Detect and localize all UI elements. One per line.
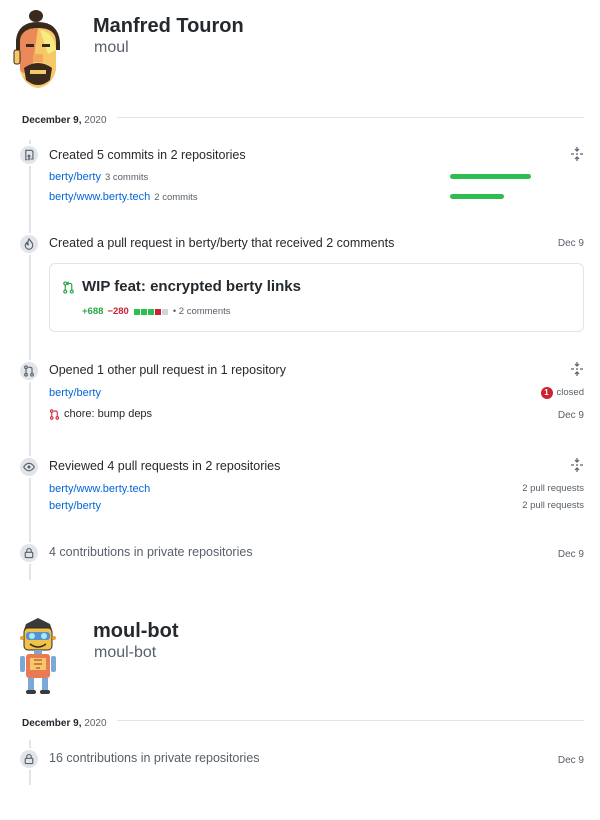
user-full-name[interactable]: moul-bot <box>93 619 179 643</box>
lock-icon <box>18 748 40 770</box>
user-avatar[interactable] <box>8 616 68 698</box>
closed-label: closed <box>556 387 584 398</box>
reviewed-title: Reviewed 4 pull requests in 2 repositori… <box>49 459 281 473</box>
date-label: December 9, 2020 <box>22 717 117 731</box>
flame-icon <box>18 233 40 255</box>
user-header-moul: Manfred Touron moul <box>0 0 600 100</box>
eye-icon <box>18 456 40 478</box>
user-avatar[interactable] <box>8 10 68 92</box>
date-divider: December 9, 2020 <box>22 110 584 128</box>
closed-pull-request-item[interactable]: chore: bump deps <box>49 407 152 421</box>
private-contributions-title: 16 contributions in private repositories <box>49 751 260 765</box>
user-header-moul-bot: moul-bot moul-bot <box>0 610 600 710</box>
pull-request-title-link[interactable]: WIP feat: encrypted berty links <box>82 278 301 296</box>
private-contributions-title: 4 contributions in private repositories <box>49 545 253 559</box>
deletions-count: −280 <box>107 306 129 317</box>
review-count[interactable]: 2 pull requests <box>522 482 584 496</box>
git-pull-request-icon <box>18 360 40 382</box>
event-date[interactable]: Dec 9 <box>558 754 584 768</box>
commit-repo-link[interactable]: berty/berty 3 commits <box>49 170 148 185</box>
date-label: December 9, 2020 <box>22 114 117 128</box>
commit-share-bar <box>450 174 531 179</box>
repo-link[interactable]: berty/berty <box>49 499 101 513</box>
closed-pr-title: chore: bump deps <box>64 408 153 420</box>
repo-push-icon <box>18 144 40 166</box>
fold-icon[interactable] <box>571 458 583 472</box>
commit-repo-link[interactable]: berty/www.berty.tech 2 commits <box>49 190 198 205</box>
closed-status: 1 closed <box>540 386 584 400</box>
additions-count: +688 <box>82 306 104 317</box>
user-login[interactable]: moul <box>94 38 129 58</box>
review-count[interactable]: 2 pull requests <box>522 499 584 513</box>
user-full-name[interactable]: Manfred Touron <box>93 14 244 38</box>
user-login[interactable]: moul-bot <box>94 643 156 663</box>
event-date[interactable]: Dec 9 <box>558 548 584 562</box>
git-pull-request-icon <box>63 281 74 294</box>
event-date[interactable]: Dec 9 <box>558 409 584 423</box>
commit-share-bar <box>450 194 504 199</box>
lock-icon <box>18 542 40 564</box>
commits-summary-title: Created 5 commits in 2 repositories <box>49 148 246 162</box>
created-pr-title: Created a pull request in berty/berty th… <box>49 236 395 250</box>
repo-link[interactable]: berty/www.berty.tech <box>49 482 150 496</box>
date-divider: December 9, 2020 <box>22 713 584 731</box>
fold-icon[interactable] <box>571 362 583 376</box>
git-pull-request-closed-icon <box>49 408 60 420</box>
repo-link[interactable]: berty/berty <box>49 386 101 400</box>
fold-icon[interactable] <box>571 147 583 161</box>
comments-count: • 2 comments <box>172 306 231 317</box>
pull-request-stats: +688 −280 • 2 comments <box>82 306 231 318</box>
diffstat-blocks <box>133 309 169 315</box>
event-date[interactable]: Dec 9 <box>558 237 584 251</box>
opened-pr-title: Opened 1 other pull request in 1 reposit… <box>49 363 286 377</box>
closed-count-badge: 1 <box>540 387 553 399</box>
pull-request-card: WIP feat: encrypted berty links +688 −28… <box>49 263 584 332</box>
